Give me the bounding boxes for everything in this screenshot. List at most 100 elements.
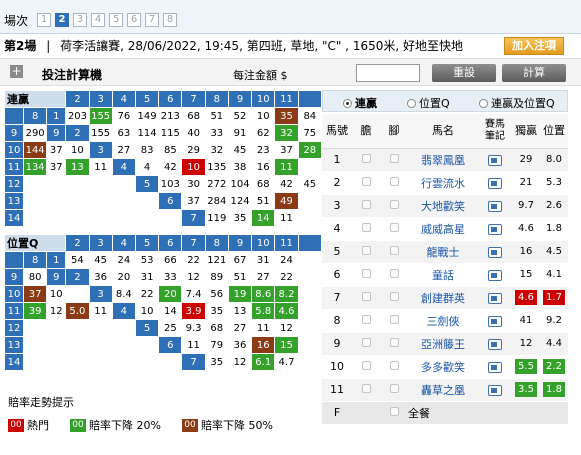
quinella-odds-cell[interactable]	[65, 209, 90, 227]
racing-notes-icon[interactable]	[478, 309, 512, 333]
place-q-odds-cell[interactable]	[23, 336, 48, 354]
horse-name-link[interactable]: 三劍俠	[408, 309, 478, 333]
quinella-odds-cell[interactable]: 10	[65, 141, 90, 159]
quinella-odds-cell[interactable]	[297, 192, 323, 210]
place-q-odds-cell[interactable]: 25	[158, 319, 183, 337]
place-q-odds-cell[interactable]: 6.1	[251, 353, 276, 371]
place-q-odds-cell[interactable]	[23, 353, 48, 371]
quinella-odds-cell[interactable]: 45	[297, 175, 323, 193]
race-button-3[interactable]: 3	[73, 13, 87, 27]
place-q-odds-cell[interactable]: 27	[251, 268, 276, 286]
place-q-odds-cell[interactable]: 39	[23, 302, 48, 320]
quinella-odds-cell[interactable]	[297, 158, 323, 176]
place-q-odds-cell[interactable]	[134, 353, 160, 371]
place-q-odds-cell[interactable]: 68	[204, 319, 229, 337]
quinella-odds-cell[interactable]	[23, 175, 48, 193]
place-q-odds-cell[interactable]: 12	[227, 353, 253, 371]
place-q-odds-cell[interactable]: 54	[65, 251, 90, 269]
place-q-odds-cell[interactable]: 80	[23, 268, 48, 286]
place-q-odds-cell[interactable]	[88, 319, 113, 337]
place-q-odds-cell[interactable]: 3.9	[181, 302, 206, 320]
quinella-odds-cell[interactable]: 115	[158, 124, 183, 142]
horse-name-link[interactable]: 創建群英	[408, 286, 478, 310]
quinella-odds-cell[interactable]: 37	[181, 192, 206, 210]
win-odds[interactable]: 3.5	[512, 378, 540, 402]
place-odds[interactable]: 9.2	[540, 309, 568, 333]
leg-checkbox[interactable]	[380, 217, 408, 241]
place-q-odds-cell[interactable]: 8.4	[111, 285, 136, 303]
quinella-odds-cell[interactable]	[134, 192, 160, 210]
quinella-odds-cell[interactable]: 85	[158, 141, 183, 159]
racing-notes-icon[interactable]	[478, 194, 512, 218]
place-q-odds-cell[interactable]: 9.3	[181, 319, 206, 337]
quinella-odds-cell[interactable]	[88, 209, 113, 227]
place-q-odds-cell[interactable]	[297, 353, 323, 371]
quinella-odds-cell[interactable]: 10	[251, 107, 276, 125]
place-q-odds-cell[interactable]: 45	[88, 251, 113, 269]
quinella-odds-cell[interactable]: 213	[158, 107, 183, 125]
place-q-odds-cell[interactable]	[65, 336, 90, 354]
place-q-odds-cell[interactable]: 31	[251, 251, 276, 269]
quinella-odds-cell[interactable]: 14	[251, 209, 276, 227]
place-q-odds-cell[interactable]: 22	[134, 285, 160, 303]
place-q-odds-cell[interactable]: 67	[227, 251, 253, 269]
quinella-odds-cell[interactable]: 32	[274, 124, 299, 142]
place-odds[interactable]: 1.8	[540, 217, 568, 241]
quinella-odds-cell[interactable]: 68	[251, 175, 276, 193]
quinella-odds-cell[interactable]	[46, 209, 67, 227]
place-q-odds-cell[interactable]	[46, 336, 67, 354]
place-odds[interactable]: 8.0	[540, 148, 568, 172]
quinella-odds-cell[interactable]: 38	[227, 158, 253, 176]
quinella-odds-cell[interactable]: 124	[227, 192, 253, 210]
quinella-odds-cell[interactable]	[111, 192, 136, 210]
place-q-odds-cell[interactable]: 33	[158, 268, 183, 286]
quinella-odds-cell[interactable]: 11	[88, 158, 113, 176]
place-q-odds-cell[interactable]: 4.7	[274, 353, 299, 371]
win-odds[interactable]: 12	[512, 332, 540, 356]
place-q-odds-cell[interactable]: 11	[88, 302, 113, 320]
place-odds[interactable]: 4.4	[540, 332, 568, 356]
quinella-odds-cell[interactable]: 37	[46, 141, 67, 159]
quinella-odds-cell[interactable]: 35	[227, 209, 253, 227]
quinella-odds-cell[interactable]: 23	[251, 141, 276, 159]
place-q-odds-cell[interactable]	[88, 336, 113, 354]
place-odds[interactable]: 4.1	[540, 263, 568, 287]
race-button-7[interactable]: 7	[145, 13, 159, 27]
tab-quinella[interactable]: 連贏	[343, 95, 377, 111]
racing-notes-icon[interactable]	[478, 148, 512, 172]
quinella-odds-cell[interactable]: 40	[181, 124, 206, 142]
banker-checkbox[interactable]	[352, 355, 380, 379]
place-q-odds-cell[interactable]	[134, 336, 160, 354]
place-odds[interactable]: 2.6	[540, 194, 568, 218]
win-odds[interactable]: 29	[512, 148, 540, 172]
leg-checkbox[interactable]	[380, 332, 408, 356]
place-q-odds-cell[interactable]	[297, 285, 323, 303]
race-button-8[interactable]: 8	[163, 13, 177, 27]
race-button-6[interactable]: 6	[127, 13, 141, 27]
quinella-odds-cell[interactable]	[46, 175, 67, 193]
place-q-odds-cell[interactable]: 12	[274, 319, 299, 337]
place-q-odds-cell[interactable]: 7.4	[181, 285, 206, 303]
quinella-odds-cell[interactable]: 91	[227, 124, 253, 142]
tab-quinella-place[interactable]: 位置Q	[407, 95, 450, 111]
horse-name-link[interactable]: 威威高星	[408, 217, 478, 241]
amount-input[interactable]	[356, 64, 420, 82]
place-q-odds-cell[interactable]: 8.2	[274, 285, 299, 303]
quinella-odds-cell[interactable]: 103	[158, 175, 183, 193]
place-q-odds-cell[interactable]: 37	[23, 285, 48, 303]
quinella-odds-cell[interactable]: 37	[46, 158, 67, 176]
place-q-odds-cell[interactable]: 35	[204, 353, 229, 371]
quinella-odds-cell[interactable]: 75	[297, 124, 323, 142]
horse-name-link[interactable]: 多多歡笑	[408, 355, 478, 379]
quinella-odds-cell[interactable]: 119	[204, 209, 229, 227]
quinella-odds-cell[interactable]: 51	[204, 107, 229, 125]
leg-checkbox[interactable]	[380, 263, 408, 287]
win-odds[interactable]: 16	[512, 240, 540, 264]
quinella-odds-cell[interactable]: 49	[274, 192, 299, 210]
leg-checkbox[interactable]	[380, 355, 408, 379]
quinella-odds-cell[interactable]	[65, 192, 90, 210]
place-q-odds-cell[interactable]	[297, 336, 323, 354]
banker-checkbox[interactable]	[352, 378, 380, 402]
racing-notes-icon[interactable]	[478, 355, 512, 379]
place-odds[interactable]: 4.5	[540, 240, 568, 264]
